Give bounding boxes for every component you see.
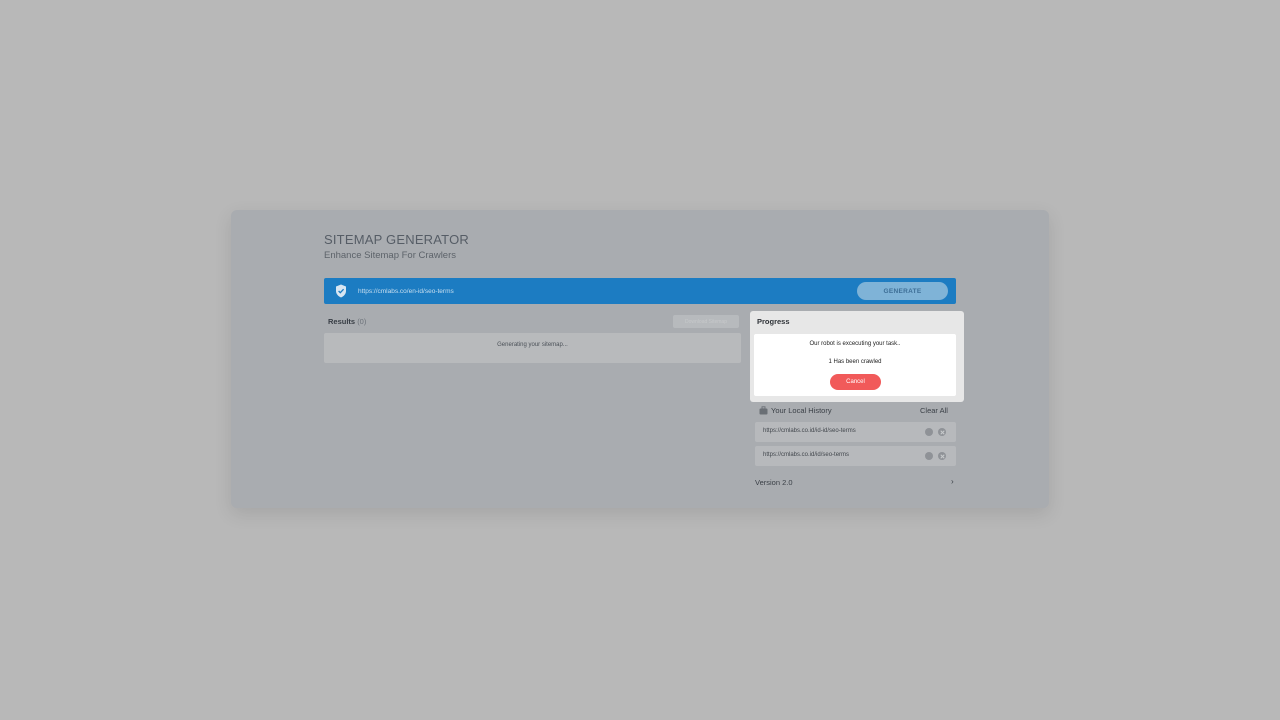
history-url[interactable]: https://cmlabs.co.id/id/seo-terms <box>763 452 849 458</box>
info-icon[interactable] <box>925 452 933 460</box>
version-label: Version 2.0 <box>755 478 793 487</box>
page-subtitle: Enhance Sitemap For Crawlers <box>324 250 456 261</box>
history-item[interactable]: https://cmlabs.co.id/id/seo-terms <box>755 446 956 466</box>
results-label: Results <box>328 317 356 326</box>
crawled-count: 1 Has been crawled <box>828 359 882 365</box>
history-url[interactable]: https://cmlabs.co.id/id-id/seo-terms <box>763 428 856 434</box>
page-title: SITEMAP GENERATOR <box>324 232 469 247</box>
remove-icon[interactable] <box>938 452 946 460</box>
info-icon[interactable] <box>925 428 933 436</box>
briefcase-icon <box>759 406 768 415</box>
download-sitemap-button[interactable]: Download Sitemap <box>673 315 739 328</box>
generate-button[interactable]: GENERATE <box>857 282 948 300</box>
results-heading: Results (0) <box>328 317 366 326</box>
cancel-button[interactable]: Cancel <box>830 374 881 390</box>
history-title: Your Local History <box>771 406 832 415</box>
remove-icon[interactable] <box>938 428 946 436</box>
clear-all-button[interactable]: Clear All <box>920 406 948 415</box>
shield-check-icon <box>336 284 346 298</box>
progress-message: Our robot is excecuting your task.. <box>809 341 901 347</box>
results-box <box>324 333 741 363</box>
url-input[interactable] <box>358 283 838 299</box>
results-count: (0) <box>357 317 367 326</box>
history-item[interactable]: https://cmlabs.co.id/id-id/seo-terms <box>755 422 956 442</box>
progress-title: Progress <box>757 317 790 326</box>
generating-status: Generating your sitemap... <box>497 342 568 348</box>
chevron-right-icon[interactable]: › <box>951 477 954 486</box>
